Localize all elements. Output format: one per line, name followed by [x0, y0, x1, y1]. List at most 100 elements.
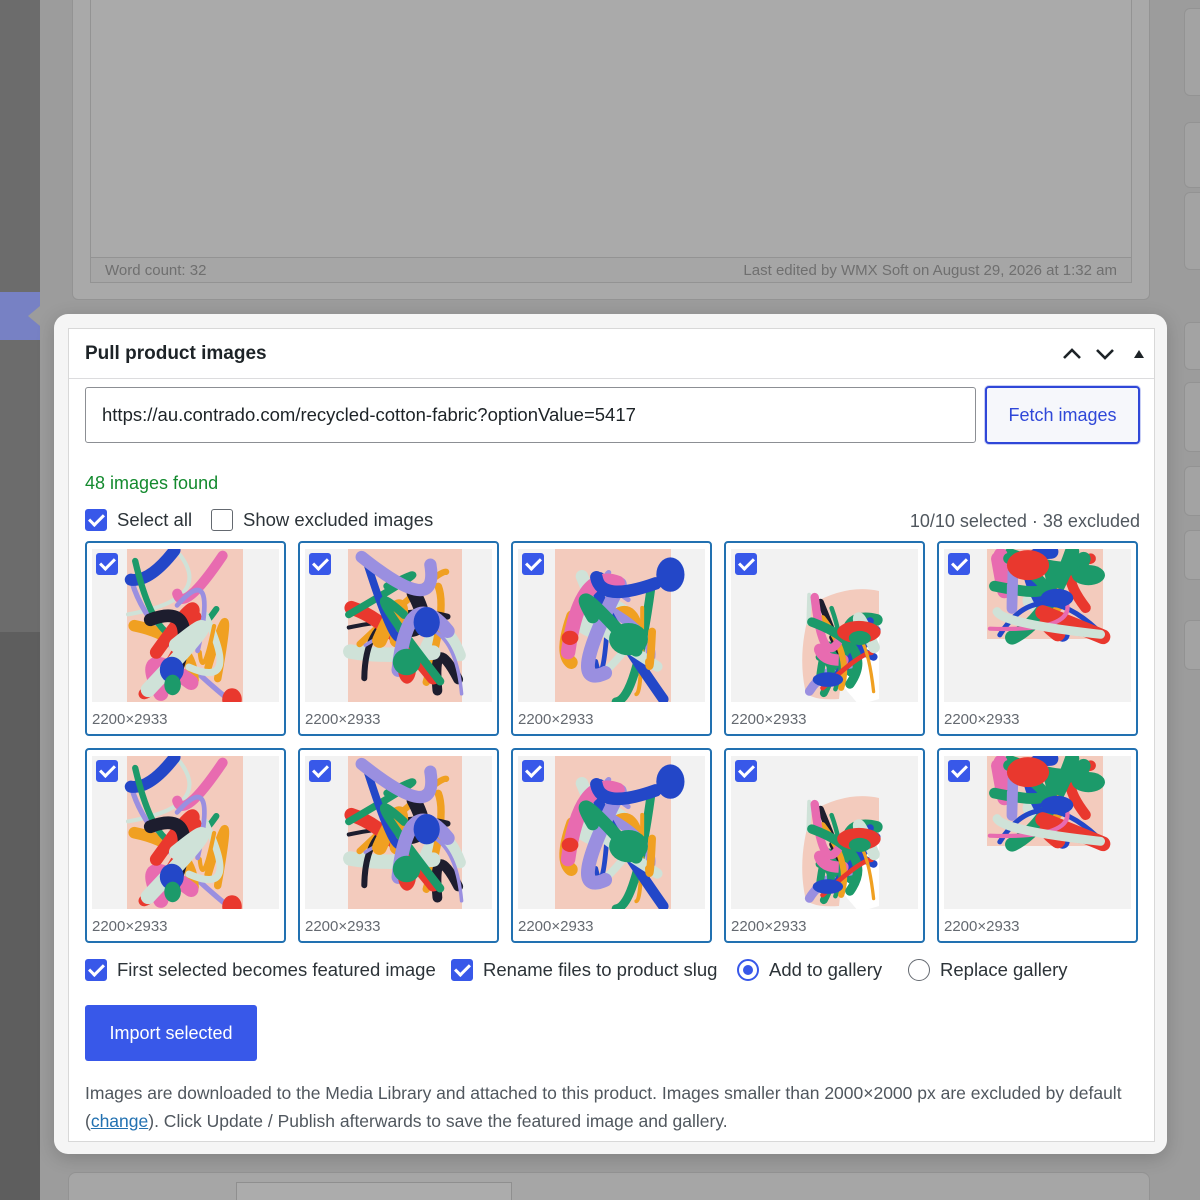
image-thumbnail[interactable]: 2200×2933 [298, 541, 499, 736]
fetch-images-button[interactable]: Fetch images [985, 386, 1140, 444]
toggle-panel-button[interactable] [1126, 341, 1152, 367]
move-up-button[interactable] [1059, 341, 1085, 367]
rename-checkbox[interactable] [451, 959, 473, 981]
thumbnail-grid: 2200×2933 2200×2933 2200×2933 2200×2933 2200… [85, 541, 1143, 945]
import-selected-button[interactable]: Import selected [85, 1005, 257, 1061]
thumbnail-image [731, 549, 918, 702]
thumbnail-checkbox[interactable] [735, 553, 757, 575]
thumbnail-image [731, 756, 918, 909]
thumbnail-dimensions: 2200×2933 [305, 918, 381, 935]
show-excluded-checkbox[interactable] [211, 509, 233, 531]
fabric-image [343, 756, 466, 909]
fabric-image [343, 549, 466, 702]
thumbnail-image [944, 756, 1131, 909]
image-thumbnail[interactable]: 2200×2933 [724, 541, 925, 736]
thumbnail-checkbox[interactable] [96, 760, 118, 782]
help-text-after: ). Click Update / Publish afterwards to … [148, 1111, 728, 1131]
import-options: First selected becomes featured image Re… [85, 959, 1145, 989]
featured-option[interactable]: First selected becomes featured image [85, 959, 436, 981]
rename-label: Rename files to product slug [483, 959, 718, 980]
editor-content-area [90, 0, 1132, 258]
replace-gallery-option[interactable]: Replace gallery [908, 959, 1068, 981]
thumbnail-checkbox[interactable] [96, 553, 118, 575]
thumbnail-checkbox[interactable] [948, 760, 970, 782]
collapse-triangle-icon [1134, 350, 1144, 358]
fabric-image [555, 549, 685, 702]
fabric-image [802, 796, 883, 909]
replace-gallery-label: Replace gallery [940, 959, 1068, 980]
thumbnail-dimensions: 2200×2933 [92, 918, 168, 935]
editor-status-bar: Word count: 32 Last edited by WMX Soft o… [90, 257, 1132, 283]
fabric-image [124, 756, 243, 909]
image-thumbnail[interactable]: 2200×2933 [937, 541, 1138, 736]
admin-sidebar-lower [0, 632, 40, 1200]
change-threshold-link[interactable]: change [91, 1111, 148, 1131]
side-panel-edge [1184, 8, 1200, 96]
thumbnail-image [92, 756, 279, 909]
thumbnail-dimensions: 2200×2933 [731, 918, 807, 935]
next-postbox-field [236, 1182, 512, 1200]
next-postbox [68, 1172, 1150, 1200]
thumbnail-dimensions: 2200×2933 [944, 918, 1020, 935]
sidebar-current-arrow [28, 306, 40, 326]
featured-label: First selected becomes featured image [117, 959, 436, 980]
thumbnail-checkbox[interactable] [522, 760, 544, 782]
add-to-gallery-option[interactable]: Add to gallery [737, 959, 882, 981]
image-thumbnail[interactable]: 2200×2933 [298, 748, 499, 943]
thumbnail-checkbox[interactable] [522, 553, 544, 575]
thumbnail-checkbox[interactable] [309, 553, 331, 575]
show-excluded-option[interactable]: Show excluded images [211, 509, 433, 531]
side-panel-edge [1184, 122, 1200, 188]
chevron-up-icon [1063, 348, 1081, 359]
pull-images-modal: Pull product images Fetch images 48 imag… [54, 314, 1167, 1154]
metabox-header: Pull product images [69, 329, 1154, 379]
side-panel-edge [1184, 192, 1200, 270]
thumbnail-image [305, 549, 492, 702]
last-edited: Last edited by WMX Soft on August 29, 20… [743, 261, 1117, 279]
fabric-image [987, 549, 1111, 645]
image-thumbnail[interactable]: 2200×2933 [511, 541, 712, 736]
side-panel-edge [1184, 322, 1200, 370]
images-found-count: 48 images found [85, 473, 219, 493]
side-panel-edge [1184, 466, 1200, 516]
select-all-option[interactable]: Select all [85, 509, 192, 531]
selection-summary: 10/10 selected · 38 excluded [909, 511, 1140, 531]
product-url-input[interactable] [85, 387, 976, 443]
thumbnail-checkbox[interactable] [948, 553, 970, 575]
thumbnail-dimensions: 2200×2933 [944, 711, 1020, 728]
thumbnail-checkbox[interactable] [735, 760, 757, 782]
image-thumbnail[interactable]: 2200×2933 [85, 541, 286, 736]
thumbnail-image [305, 756, 492, 909]
thumbnail-checkbox[interactable] [309, 760, 331, 782]
featured-checkbox[interactable] [85, 959, 107, 981]
add-to-gallery-label: Add to gallery [769, 959, 883, 980]
thumbnail-dimensions: 2200×2933 [731, 711, 807, 728]
pull-images-metabox: Pull product images Fetch images 48 imag… [68, 328, 1155, 1142]
selection-controls: Select all Show excluded images 10/10 se… [85, 509, 1140, 537]
thumbnail-dimensions: 2200×2933 [518, 711, 594, 728]
image-thumbnail[interactable]: 2200×2933 [511, 748, 712, 943]
thumbnail-image [518, 756, 705, 909]
thumbnail-dimensions: 2200×2933 [92, 711, 168, 728]
side-panel-edge [1184, 530, 1200, 580]
add-to-gallery-radio[interactable] [737, 959, 759, 981]
fabric-image [987, 756, 1111, 852]
image-thumbnail[interactable]: 2200×2933 [937, 748, 1138, 943]
show-excluded-label: Show excluded images [243, 509, 434, 530]
fabric-image [124, 549, 243, 702]
thumbnail-image [518, 549, 705, 702]
select-all-checkbox[interactable] [85, 509, 107, 531]
select-all-label: Select all [117, 509, 193, 530]
word-count: Word count: 32 [105, 261, 207, 279]
thumbnail-dimensions: 2200×2933 [518, 918, 594, 935]
fabric-image [555, 756, 685, 909]
thumbnail-dimensions: 2200×2933 [305, 711, 381, 728]
image-thumbnail[interactable]: 2200×2933 [724, 748, 925, 943]
side-panel-edge [1184, 382, 1200, 452]
rename-option[interactable]: Rename files to product slug [451, 959, 717, 981]
fabric-image [802, 589, 883, 702]
replace-gallery-radio[interactable] [908, 959, 930, 981]
thumbnail-image [944, 549, 1131, 702]
image-thumbnail[interactable]: 2200×2933 [85, 748, 286, 943]
move-down-button[interactable] [1092, 341, 1118, 367]
